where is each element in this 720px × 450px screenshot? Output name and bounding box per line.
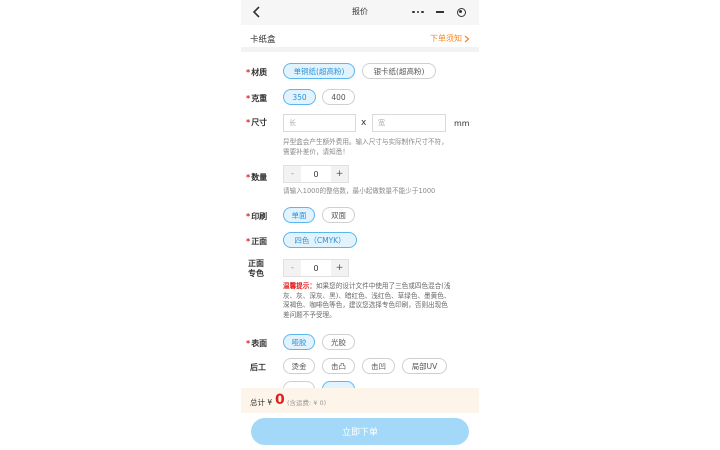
quantity-minus-button[interactable]: - — [284, 166, 301, 182]
print-option-single[interactable]: 单面 — [283, 207, 315, 223]
width-input[interactable] — [373, 115, 445, 131]
material-label-text: 材质 — [251, 68, 268, 77]
finishing-option-emboss[interactable]: 击凸 — [322, 358, 355, 374]
submit-order-button[interactable]: 立即下单 — [251, 418, 469, 445]
size-hint: 异型盒会产生额外费用。输入尺寸与实际制作尺寸不符， 需要补差价，请知悉！ — [283, 138, 475, 157]
close-record-icon[interactable] — [456, 7, 466, 17]
capsule-menu — [406, 4, 472, 20]
spot-color-plus-button[interactable]: + — [331, 260, 348, 276]
size-unit: mm — [454, 119, 470, 128]
spot-color-label-line1: 正面 — [248, 259, 264, 268]
quantity-label-text: 数量 — [251, 173, 268, 182]
spot-color-stepper: - 0 + — [283, 259, 349, 277]
navbar: 报价 — [241, 0, 479, 25]
product-name: 卡纸盒 — [250, 35, 276, 45]
finishing-label: 后工 — [250, 363, 266, 372]
finishing-option-hot-stamp[interactable]: 烫金 — [283, 358, 315, 374]
required-mark: * — [246, 118, 251, 127]
surface-option-matte[interactable]: 哑胶 — [283, 334, 315, 350]
quantity-value[interactable]: 0 — [301, 166, 331, 182]
spot-color-label-line2: 专色 — [248, 269, 264, 278]
required-mark: * — [246, 339, 251, 348]
warning-line1: 如果您的设计文件中使用了三色或四色混合(浅 — [315, 282, 451, 290]
finishing-option-spot-uv[interactable]: 局部UV — [402, 358, 447, 374]
spot-color-warning: 温馨提示：如果您的设计文件中使用了三色或四色混合(浅 灰、灰、深灰、黑)、暗红色… — [283, 282, 475, 320]
print-option-double[interactable]: 双面 — [322, 207, 355, 223]
weight-label-text: 克重 — [251, 94, 268, 103]
order-notice-label: 下单须知 — [430, 34, 462, 43]
finishing-option-deboss[interactable]: 击凹 — [362, 358, 395, 374]
front-label-text: 正面 — [251, 237, 268, 246]
surface-option-gloss[interactable]: 光胶 — [322, 334, 355, 350]
required-mark: * — [246, 237, 251, 246]
warning-line4: 差问题不予受理。 — [283, 310, 336, 319]
print-label-text: 印刷 — [251, 212, 268, 221]
minimize-icon[interactable] — [436, 11, 445, 13]
chevron-right-icon — [464, 35, 470, 42]
size-label-text: 尺寸 — [251, 118, 268, 127]
size-label: *尺寸 — [246, 117, 267, 128]
material-option-coated[interactable]: 单铜纸(超高粉) — [283, 63, 355, 79]
spot-color-label: 正面 专色 — [248, 259, 264, 279]
mini-program-screen: 报价 卡纸盒 下单须知 *材质 单铜纸(超高粉) 银卡纸(超高粉) *克重 35… — [241, 0, 479, 450]
front-label: *正面 — [246, 236, 267, 247]
material-option-silver-card[interactable]: 银卡纸(超高粉) — [362, 63, 436, 79]
product-row: 卡纸盒 下单须知 — [241, 25, 479, 52]
material-label: *材质 — [246, 67, 267, 78]
warning-line3: 深褐色、咖啡色等色，建议您选择专色印刷，否则出现色 — [283, 301, 448, 309]
required-mark: * — [246, 94, 251, 103]
total-label: 总计 ¥ — [250, 398, 273, 407]
front-option-cmyk[interactable]: 四色（CMYK） — [283, 232, 357, 248]
length-input[interactable] — [284, 115, 355, 131]
quantity-label: *数量 — [246, 172, 267, 183]
required-mark: * — [246, 173, 251, 182]
required-mark: * — [246, 212, 251, 221]
order-notice-link[interactable]: 下单须知 — [430, 33, 470, 44]
quantity-hint: 请输入1000的整倍数，最小起做数量不能少于1000 — [283, 187, 436, 195]
length-field[interactable] — [283, 114, 356, 132]
width-field[interactable] — [372, 114, 446, 132]
size-hint-line2: 需要补差价，请知悉！ — [283, 147, 349, 156]
size-hint-line1: 异型盒会产生额外费用。输入尺寸与实际制作尺寸不符， — [283, 138, 448, 146]
total-amount: 0 — [275, 392, 285, 408]
weight-option-400[interactable]: 400 — [322, 89, 355, 105]
print-label: *印刷 — [246, 211, 267, 222]
required-mark: * — [246, 68, 251, 77]
surface-label: *表面 — [246, 338, 267, 349]
warning-title: 温馨提示： — [283, 282, 316, 290]
spot-color-value[interactable]: 0 — [301, 260, 331, 276]
more-icon[interactable] — [412, 10, 424, 14]
quantity-plus-button[interactable]: + — [331, 166, 348, 182]
quantity-stepper: - 0 + — [283, 165, 349, 183]
app-root: 报价 卡纸盒 下单须知 *材质 单铜纸(超高粉) 银卡纸(超高粉) *克重 35… — [0, 0, 720, 450]
shipping-fee: (含运费: ¥ 0) — [287, 399, 327, 407]
spot-color-minus-button[interactable]: - — [284, 260, 301, 276]
warning-line2: 灰、灰、深灰、黑)、暗红色、浅红色、草绿色、墨黄色、 — [283, 291, 451, 300]
size-separator: x — [361, 118, 367, 128]
surface-label-text: 表面 — [251, 339, 268, 348]
total-bar: 总计 ¥ 0 (含运费: ¥ 0) — [241, 388, 479, 413]
weight-label: *克重 — [246, 93, 267, 104]
weight-option-350[interactable]: 350 — [283, 89, 316, 105]
